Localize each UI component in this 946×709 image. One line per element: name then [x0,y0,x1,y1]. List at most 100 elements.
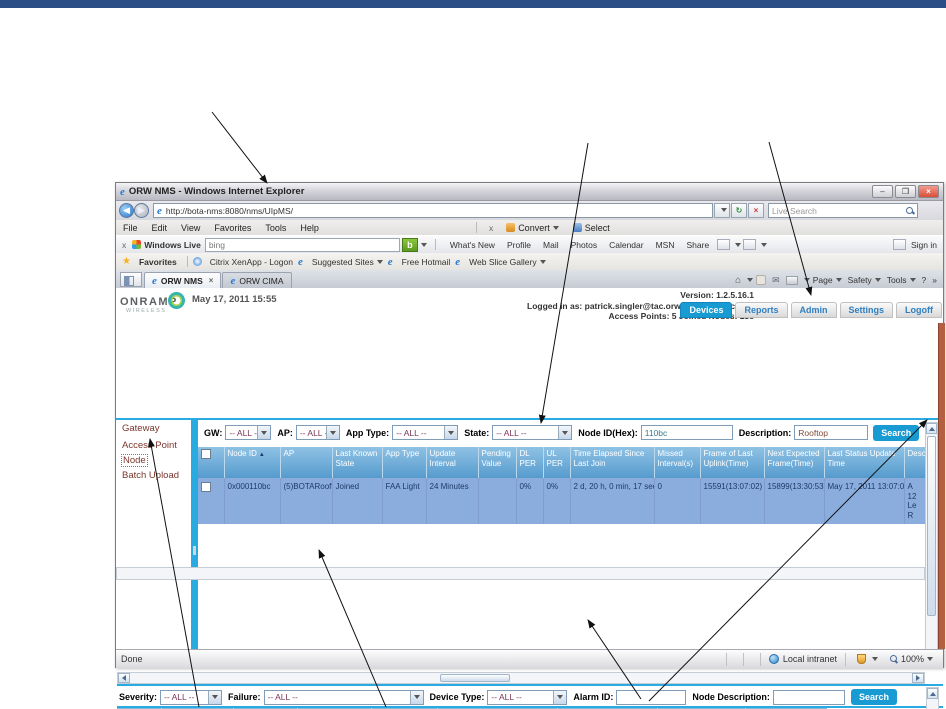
state-filter-select[interactable]: -- ALL -- [492,425,573,440]
sidebar-item-node[interactable]: Node [121,454,148,467]
live-link-mail[interactable]: Mail [537,240,565,250]
menu-file[interactable]: File [116,223,145,233]
search-icon[interactable] [906,206,914,215]
mail-icon[interactable] [743,239,757,250]
scroll-up-icon[interactable] [927,688,938,699]
gw-filter-select[interactable]: -- ALL -- [225,425,272,440]
bing-search-button[interactable]: b [401,237,418,252]
refresh-button[interactable]: ↻ [731,203,747,218]
addon-close-button[interactable]: x [483,223,499,233]
frame-hscrollbar[interactable] [117,672,925,684]
sidebar-splitter[interactable] [191,420,198,649]
sidebar-item-access-point[interactable]: Access Point [116,437,191,454]
alarm-vscrollbar[interactable] [926,687,939,709]
devices-vscrollbar[interactable] [925,422,938,649]
col-ul-per[interactable]: UL PER [543,447,571,478]
stop-button[interactable]: × [748,203,764,218]
back-button[interactable]: ◀ [119,203,134,218]
convert-addon-button[interactable]: Convert [499,222,566,233]
live-toolbar-close-button[interactable]: x [116,240,132,250]
restore-button[interactable]: ❒ [895,185,916,198]
sidebar-item-batch-upload[interactable]: Batch Upload [116,467,191,484]
node-id-filter-input[interactable] [640,425,733,440]
home-icon[interactable]: ⌂ [735,275,741,286]
favorites-star-icon[interactable]: ★ [116,256,134,267]
menu-help[interactable]: Help [293,223,326,233]
col-app-type[interactable]: App Type [382,447,427,478]
minimize-button[interactable]: – [872,185,893,198]
favorite-citrix-xenapp[interactable]: Citrix XenApp - Logon [205,257,298,267]
tab-admin[interactable]: Admin [790,302,837,318]
tab-logoff[interactable]: Logoff [896,302,942,318]
favorite-suggested-sites[interactable]: Suggested Sites [307,257,388,267]
col-description[interactable]: Description [904,447,925,478]
tab-reports[interactable]: Reports [735,302,788,318]
live-link-share[interactable]: Share [680,240,715,250]
scrollbar-thumb[interactable] [440,674,510,682]
menu-edit[interactable]: Edit [145,223,175,233]
live-link-msn[interactable]: MSN [650,240,681,250]
tab-devices[interactable]: Devices [680,302,733,318]
col-frame-last-uplink[interactable]: Frame of Last Uplink(Time) [700,447,765,478]
select-all-checkbox[interactable] [201,449,211,459]
col-last-status-update[interactable]: Last Status Update Time [824,447,905,478]
alarm-id-filter-input[interactable] [616,689,687,705]
col-missed-intervals[interactable]: Missed Interval(s) [654,447,701,478]
address-dropdown-button[interactable] [714,203,730,218]
alarm-search-button[interactable]: Search [850,689,897,705]
favorite-web-slice-gallery[interactable]: Web Slice Gallery [464,257,550,267]
read-mail-icon[interactable]: ✉ [772,275,780,286]
col-next-expected-frame[interactable]: Next Expected Frame(Time) [764,447,825,478]
device-row[interactable]: 0x000110bc (5)BOTARooftop Joined FAA Lig… [198,478,925,525]
menu-favorites[interactable]: Favorites [207,223,258,233]
menu-tools[interactable]: Tools [258,223,293,233]
photos-icon[interactable] [717,239,731,250]
quick-tabs-button[interactable] [120,272,142,287]
live-link-calendar[interactable]: Calendar [603,240,650,250]
menu-view[interactable]: View [174,223,207,233]
live-link-photos[interactable]: Photos [565,240,603,250]
live-search-input[interactable]: Live Search [768,203,918,218]
col-time-elapsed[interactable]: Time Elapsed Since Last Join [570,447,655,478]
tab-settings[interactable]: Settings [839,302,894,318]
devices-search-button[interactable]: Search [873,424,920,441]
scroll-up-icon[interactable] [926,423,937,434]
bing-search-input[interactable]: bing [204,237,400,252]
protected-mode-icon[interactable] [856,654,866,664]
app-type-filter-select[interactable]: -- ALL -- [392,425,459,440]
forward-button[interactable]: ▶ [134,203,149,218]
rss-feed-icon[interactable] [756,275,767,285]
live-link-whats-new[interactable]: What's New [444,240,501,250]
row-checkbox[interactable] [201,482,211,492]
select-addon-button[interactable]: Select [566,222,617,233]
sidebar-item-gateway[interactable]: Gateway [116,420,191,437]
scroll-right-icon[interactable] [912,673,924,683]
col-last-known-state[interactable]: Last Known State [332,447,383,478]
favorite-free-hotmail[interactable]: Free Hotmail [397,257,456,267]
col-ap[interactable]: AP [280,447,333,478]
help-menu-button[interactable]: ? [922,275,927,285]
toolbar-overflow-chevron[interactable]: » [932,275,937,285]
tools-menu-button[interactable]: Tools [887,275,916,285]
node-description-filter-input[interactable] [772,689,845,705]
browser-tab-orw-nms[interactable]: e ORW NMS × [144,272,222,288]
close-button[interactable]: × [918,185,939,198]
failure-filter-select[interactable]: -- ALL -- [263,689,424,705]
col-dl-per[interactable]: DL PER [516,447,544,478]
scrollbar-thumb[interactable] [927,436,936,616]
severity-filter-select[interactable]: -- ALL -- [160,689,223,705]
zoom-icon[interactable] [889,655,898,663]
window-title-bar[interactable]: e ORW NMS - Windows Internet Explorer – … [116,183,943,201]
print-icon[interactable] [785,275,798,285]
device-type-filter-select[interactable]: -- ALL -- [487,689,568,705]
sign-in-link[interactable]: Sign in [911,240,937,250]
address-input[interactable]: e http://bota-nms:8080/nms/UIpMS/ [153,203,713,218]
favorites-button[interactable]: Favorites [134,257,182,267]
safety-menu-button[interactable]: Safety [848,275,881,285]
col-node-id[interactable]: Node ID ▲ [224,447,281,478]
col-pending-value[interactable]: Pending Value [478,447,517,478]
live-link-profile[interactable]: Profile [501,240,537,250]
description-filter-input[interactable] [794,425,869,440]
ap-filter-select[interactable]: -- ALL -- [295,425,340,440]
page-hscrollbar[interactable] [116,567,925,580]
